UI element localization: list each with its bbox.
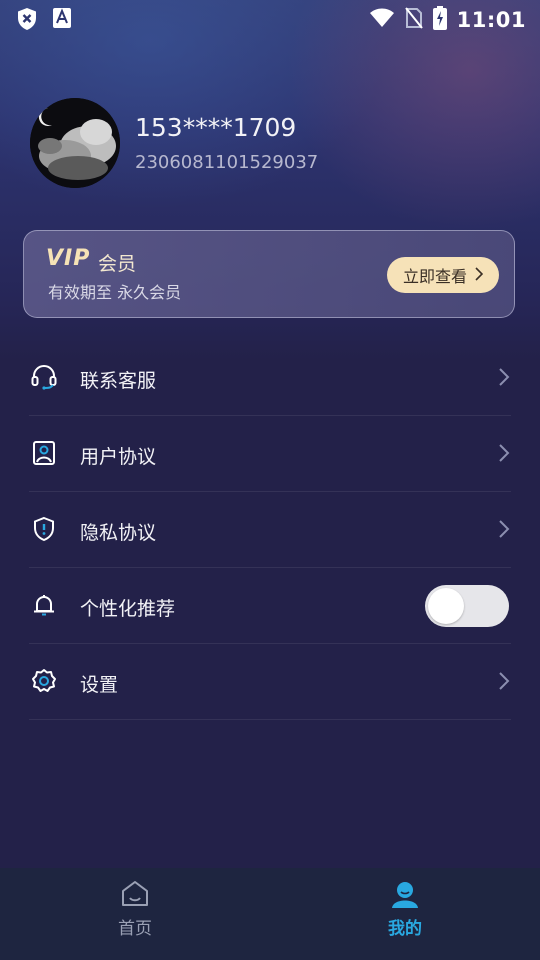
menu-item-label: 联系客服 bbox=[80, 370, 157, 392]
battery-charging-icon bbox=[432, 6, 447, 34]
view-now-button[interactable]: 立即查看 bbox=[387, 257, 499, 293]
privacy-shield-icon bbox=[31, 516, 57, 542]
status-bar: 11:01 bbox=[0, 0, 540, 38]
tab-label: 首页 bbox=[118, 919, 152, 939]
view-now-label: 立即查看 bbox=[402, 267, 467, 286]
menu-item-label: 个性化推荐 bbox=[80, 598, 176, 620]
font-a-icon bbox=[52, 7, 72, 35]
clock: 11:01 bbox=[456, 8, 526, 32]
chevron-right-icon bbox=[497, 367, 511, 387]
menu-item-privacy-agreement[interactable]: 隐私协议 bbox=[29, 492, 511, 568]
bell-icon bbox=[31, 592, 57, 618]
vip-logo: VIP bbox=[46, 246, 91, 271]
user-id: 2306081101529037 bbox=[135, 152, 319, 173]
menu-item-label: 用户协议 bbox=[80, 446, 157, 468]
toggle-knob bbox=[428, 588, 464, 624]
settings-gear-icon bbox=[31, 668, 57, 694]
bottom-tab-bar: 首页 我的 bbox=[0, 868, 540, 960]
menu-item-user-agreement[interactable]: 用户协议 bbox=[29, 416, 511, 492]
shield-x-icon bbox=[16, 7, 38, 35]
menu-item-personalized-recommendation: 个性化推荐 bbox=[29, 568, 511, 644]
tab-home[interactable]: 首页 bbox=[0, 868, 270, 960]
menu-item-settings[interactable]: 设置 bbox=[29, 644, 511, 720]
tab-label: 我的 bbox=[388, 919, 422, 939]
menu-item-label: 隐私协议 bbox=[80, 522, 157, 544]
vip-title: 会员 bbox=[98, 253, 137, 275]
tab-profile[interactable]: 我的 bbox=[270, 868, 540, 960]
home-icon bbox=[119, 878, 151, 910]
vip-card[interactable]: VIP 会员 有效期至 永久会员 立即查看 bbox=[23, 230, 515, 318]
settings-menu: 联系客服 用户协议 隐私协议 个性化推荐 设置 bbox=[29, 340, 511, 720]
headset-icon bbox=[31, 364, 57, 390]
profile-icon bbox=[389, 878, 421, 910]
chevron-right-icon bbox=[497, 443, 511, 463]
chevron-right-icon bbox=[497, 671, 511, 691]
no-sim-icon bbox=[404, 7, 423, 33]
personalized-recommendation-toggle[interactable] bbox=[425, 585, 509, 627]
menu-item-label: 设置 bbox=[80, 674, 119, 696]
profile-header: 153****1709 2306081101529037 bbox=[30, 98, 510, 190]
chevron-right-icon bbox=[475, 266, 484, 285]
phone-number: 153****1709 bbox=[135, 113, 297, 142]
wifi-icon bbox=[369, 8, 395, 32]
user-agreement-icon bbox=[31, 440, 57, 466]
chevron-right-icon bbox=[497, 519, 511, 539]
avatar-night-cloud-image bbox=[30, 98, 120, 188]
avatar[interactable] bbox=[30, 98, 120, 188]
menu-item-contact-service[interactable]: 联系客服 bbox=[29, 340, 511, 416]
vip-validity: 有效期至 永久会员 bbox=[48, 283, 182, 302]
